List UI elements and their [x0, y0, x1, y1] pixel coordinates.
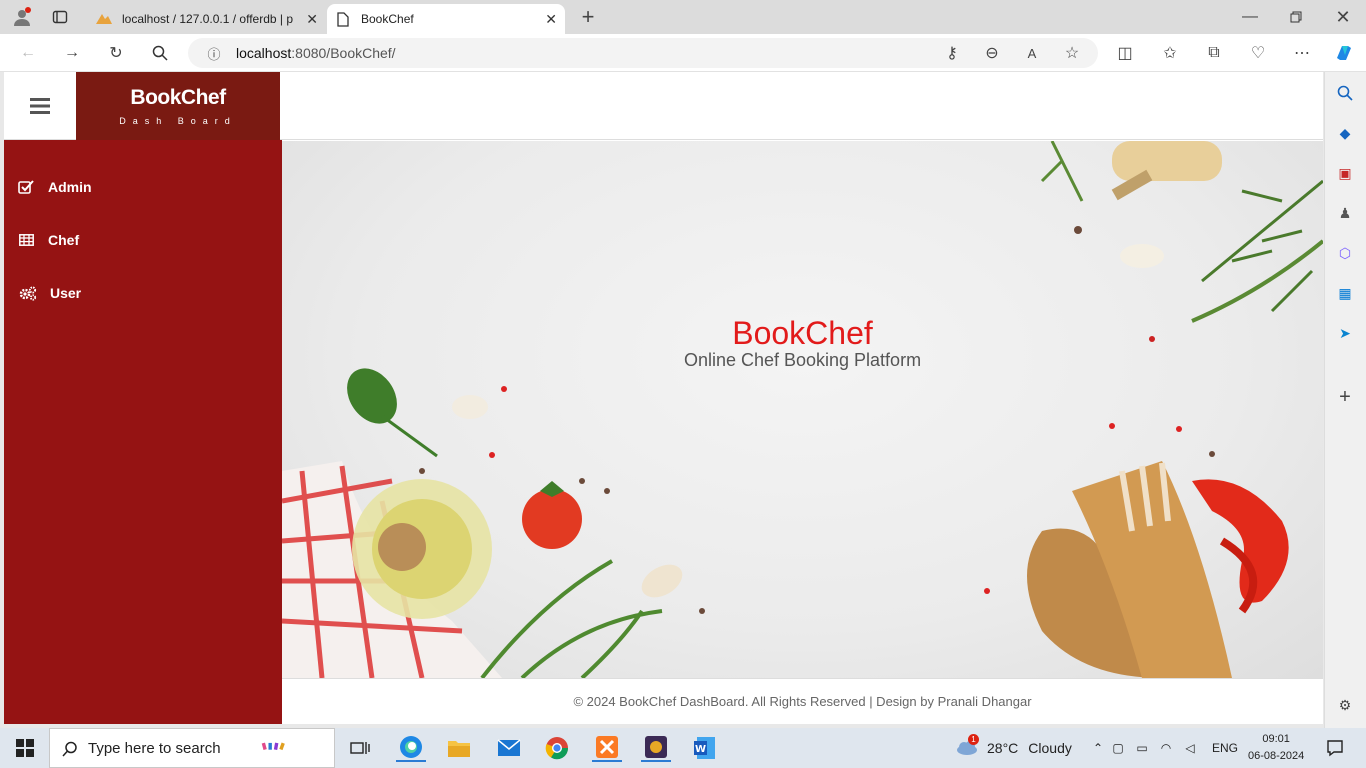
- tab-actions-icon[interactable]: [46, 3, 74, 31]
- chevron-up-icon[interactable]: ⌃: [1090, 741, 1106, 755]
- notifications-icon[interactable]: [1320, 734, 1350, 762]
- clock-time: 09:01: [1262, 733, 1290, 745]
- mail-icon[interactable]: [494, 734, 524, 762]
- search-icon[interactable]: [1332, 80, 1358, 106]
- close-window-icon[interactable]: ✕: [1329, 3, 1357, 31]
- outlook-icon[interactable]: ▦: [1332, 280, 1358, 306]
- address-toolbar: ← → ↻ ⓘ localhost:8080/BookChef/ ⚷ ⊖ A ☆…: [0, 34, 1366, 72]
- top-navbar: BookChef Dash Board: [4, 72, 1323, 140]
- zoom-out-icon[interactable]: ⊖: [978, 39, 1006, 67]
- sidebar: Admin Chef User: [4, 140, 282, 724]
- office-icon[interactable]: ⬡: [1332, 240, 1358, 266]
- table-icon: [16, 234, 36, 246]
- check-square-icon: [16, 180, 36, 194]
- favorites-icon[interactable]: ✩: [1156, 39, 1184, 67]
- xampp-icon[interactable]: [592, 734, 622, 762]
- sidebar-item-label: User: [50, 285, 82, 301]
- forward-icon[interactable]: →: [58, 39, 86, 67]
- phpmyadmin-icon: [96, 11, 112, 27]
- sidebar-rail: ◆ ▣ ♟ ⬡ ▦ ➤ + ⚙: [1324, 72, 1366, 728]
- page-icon: [335, 11, 351, 27]
- sidebar-item-admin[interactable]: Admin: [4, 167, 282, 207]
- edge-icon[interactable]: [396, 734, 426, 762]
- paintbrush-icon: [260, 734, 288, 762]
- system-tray: ⌃ ▢ ▭ ◠ ◁: [1090, 728, 1202, 768]
- file-explorer-icon[interactable]: [444, 734, 474, 762]
- sidebar-item-label: Admin: [48, 179, 92, 195]
- word-icon[interactable]: W: [690, 734, 720, 762]
- send-icon[interactable]: ➤: [1332, 320, 1358, 346]
- add-icon[interactable]: +: [1332, 384, 1358, 410]
- search-icon[interactable]: [146, 39, 174, 67]
- taskbar-search-input[interactable]: Type here to search: [49, 728, 335, 768]
- wifi-icon[interactable]: ◠: [1154, 741, 1178, 755]
- windows-taskbar: Type here to search W 1 28°C Cloudy ⌃ ▢: [0, 728, 1366, 768]
- clock[interactable]: 09:01 06-08-2024: [1248, 728, 1304, 768]
- brand-title: BookChef: [130, 86, 226, 109]
- profile-icon[interactable]: [8, 3, 36, 31]
- url-field[interactable]: ⓘ localhost:8080/BookChef/ ⚷ ⊖ A ☆: [188, 38, 1098, 68]
- tab-label: BookChef: [361, 12, 414, 26]
- tools-icon[interactable]: ▣: [1332, 160, 1358, 186]
- collections-icon[interactable]: ⧉: [1200, 39, 1228, 67]
- more-menu-icon[interactable]: ⋯: [1288, 39, 1316, 67]
- windows-start-icon[interactable]: [10, 734, 40, 762]
- footer: © 2024 BookChef DashBoard. All Rights Re…: [282, 678, 1323, 724]
- task-view-icon[interactable]: [345, 734, 375, 762]
- menu-toggle-button[interactable]: [4, 72, 76, 140]
- kitchen-background-image: [282, 141, 1323, 678]
- url-host: localhost: [236, 45, 292, 61]
- restore-icon[interactable]: [1282, 3, 1310, 31]
- read-aloud-icon[interactable]: A: [1018, 39, 1046, 67]
- language-label: ENG: [1212, 741, 1239, 755]
- battery-icon[interactable]: ▭: [1130, 741, 1154, 755]
- svg-text:W: W: [695, 744, 706, 755]
- workbench-icon[interactable]: [641, 734, 671, 762]
- favorite-star-icon[interactable]: ☆: [1058, 39, 1086, 67]
- weather-widget[interactable]: 1 28°C Cloudy: [955, 728, 1072, 768]
- back-icon[interactable]: ←: [14, 39, 42, 67]
- tab-phpmyadmin[interactable]: localhost / 127.0.0.1 / offerdb | p ✕: [88, 4, 326, 34]
- clock-date: 06-08-2024: [1248, 750, 1305, 762]
- weather-temp: 28°C: [987, 740, 1019, 756]
- hero-banner: BookChef Online Chef Booking Platform: [282, 141, 1323, 678]
- search-placeholder: Type here to search: [88, 739, 221, 757]
- cloud-icon: 1: [955, 734, 979, 758]
- hamburger-icon: [30, 98, 50, 114]
- tab-label: localhost / 127.0.0.1 / offerdb | p: [122, 12, 294, 26]
- brand-subtitle: Dash Board: [119, 116, 237, 126]
- meet-now-icon[interactable]: ▢: [1106, 741, 1130, 755]
- info-icon[interactable]: ⓘ: [200, 39, 228, 67]
- settings-gear-icon[interactable]: ⚙: [1332, 692, 1358, 718]
- refresh-icon[interactable]: ↻: [102, 39, 130, 67]
- volume-icon[interactable]: ◁: [1178, 741, 1202, 755]
- brand-logo[interactable]: BookChef Dash Board: [76, 72, 280, 140]
- split-screen-icon[interactable]: ◫: [1111, 39, 1139, 67]
- footer-text: © 2024 BookChef DashBoard. All Rights Re…: [573, 694, 1032, 709]
- sidebar-item-chef[interactable]: Chef: [4, 220, 282, 260]
- weather-text: Cloudy: [1028, 740, 1072, 756]
- hero-subtitle: Online Chef Booking Platform: [683, 350, 922, 370]
- copilot-icon[interactable]: [1330, 39, 1358, 67]
- page-content: BookChef Dash Board Admin Chef User Book…: [4, 72, 1323, 724]
- hero-title: BookChef: [732, 315, 873, 351]
- sidebar-item-label: Chef: [48, 232, 80, 248]
- weather-badge: 1: [968, 734, 979, 745]
- browser-essentials-icon[interactable]: ♡: [1244, 39, 1272, 67]
- key-icon[interactable]: ⚷: [938, 39, 966, 67]
- tab-bookchef[interactable]: BookChef ✕: [327, 4, 565, 34]
- games-icon[interactable]: ♟: [1332, 200, 1358, 226]
- new-tab-icon[interactable]: +: [574, 3, 602, 31]
- browser-tab-strip: localhost / 127.0.0.1 / offerdb | p ✕ Bo…: [0, 0, 1366, 34]
- close-icon[interactable]: ✕: [306, 11, 318, 28]
- shopping-tag-icon[interactable]: ◆: [1332, 120, 1358, 146]
- minimize-icon[interactable]: —: [1236, 3, 1264, 31]
- language-indicator[interactable]: ENG: [1212, 728, 1238, 768]
- search-icon: [56, 735, 84, 763]
- cogs-icon: [18, 285, 38, 301]
- url-path: :8080/BookChef/: [291, 45, 396, 61]
- sidebar-item-user[interactable]: User: [4, 273, 282, 313]
- chrome-icon[interactable]: [542, 734, 572, 762]
- close-icon[interactable]: ✕: [545, 11, 557, 28]
